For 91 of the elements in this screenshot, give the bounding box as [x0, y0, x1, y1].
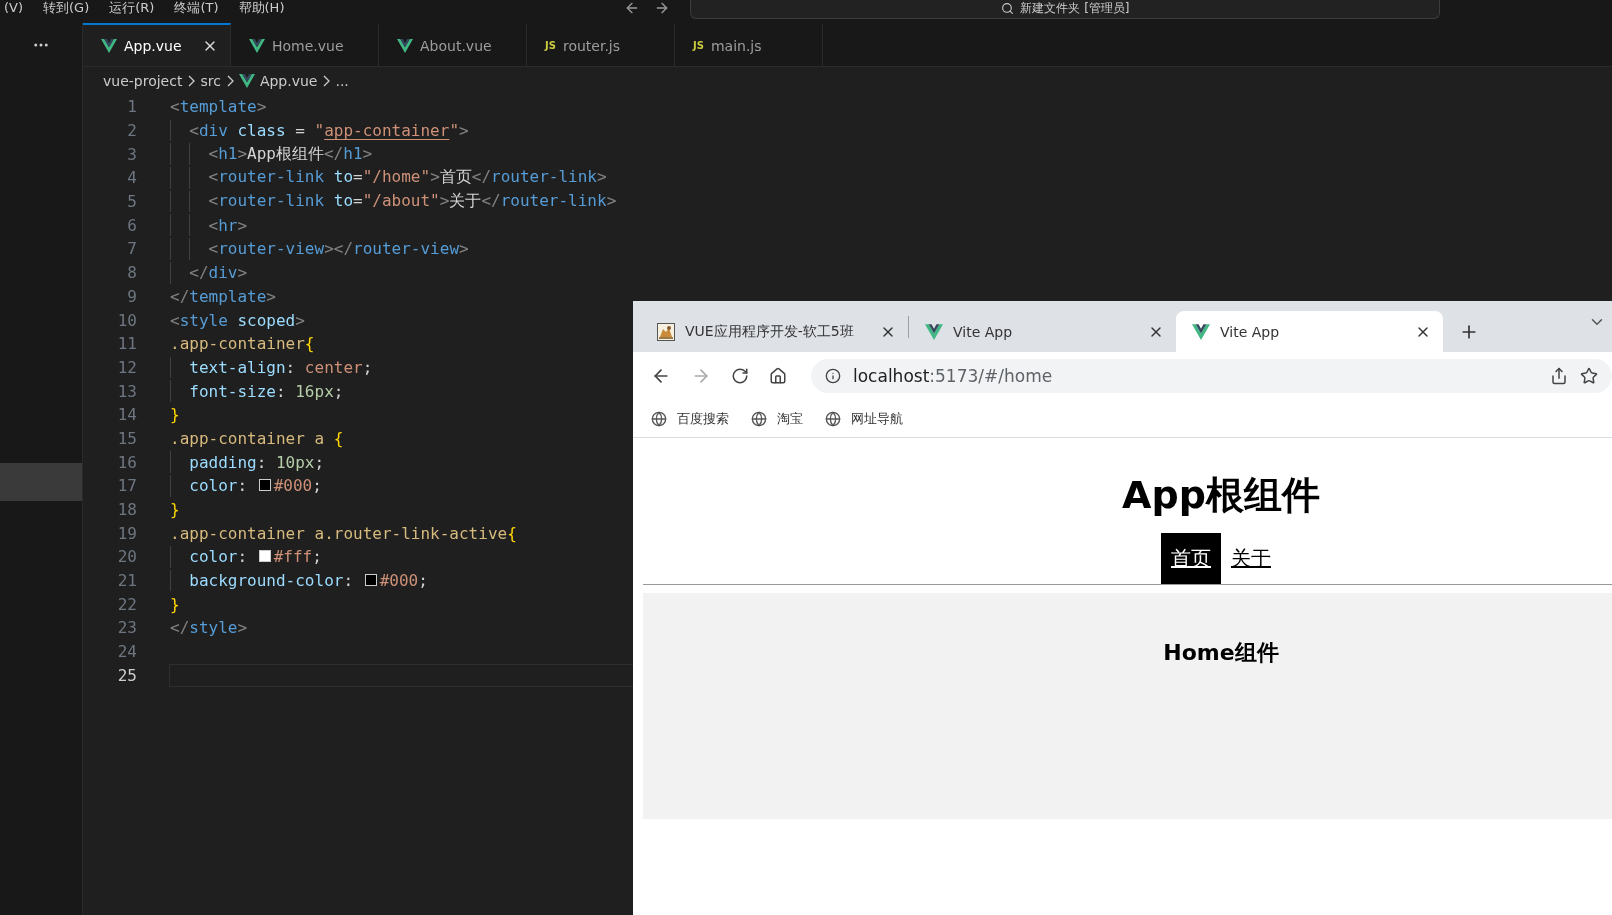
search-icon	[1001, 1, 1015, 15]
command-center-text: 新建文件夹 [管理员]	[1020, 0, 1130, 17]
chevron-icon	[225, 75, 234, 87]
code-text: padding: 10px;	[188, 452, 325, 472]
code-text: <h1>App根组件</h1>	[207, 143, 373, 165]
line-number: 8	[126, 263, 137, 283]
star-icon[interactable]	[1580, 367, 1598, 385]
menu-item[interactable]: 帮助(H)	[238, 0, 285, 15]
line-number: 12	[116, 357, 137, 377]
code-text: <template>	[170, 97, 267, 117]
breadcrumb-item[interactable]: vue-project	[103, 73, 183, 89]
globe-icon	[825, 410, 841, 427]
code-text: <style scoped>	[170, 310, 305, 330]
line-number: 16	[116, 452, 137, 472]
line-number: 3	[126, 144, 137, 164]
menu-item[interactable]: 转到(G)	[43, 0, 90, 15]
globe-icon	[651, 410, 667, 427]
code-text: <hr>	[207, 215, 248, 235]
js-label: JS	[545, 40, 556, 51]
v-logo-icon	[1192, 323, 1210, 340]
page-heading: App根组件	[1122, 472, 1320, 519]
code-text: font-size: 16px;	[188, 381, 344, 401]
share-icon[interactable]	[1550, 367, 1568, 385]
nav-link[interactable]: 首页	[1161, 533, 1221, 584]
line-number: 17	[116, 476, 137, 496]
code-text: color: #000;	[188, 476, 322, 496]
breadcrumb-item[interactable]: src	[200, 73, 221, 89]
code-text: }	[170, 500, 180, 520]
nav-link[interactable]: 关于	[1221, 533, 1281, 584]
js-label: JS	[693, 40, 704, 51]
menu-item[interactable]: (V)	[4, 0, 24, 15]
code-text: text-align: center;	[188, 357, 373, 377]
browser-tab[interactable]: VUE应用程序开发-软工5班	[641, 311, 908, 352]
line-number: 21	[116, 571, 137, 591]
vue-logo-icon	[397, 38, 413, 53]
code-text: .app-container a {	[170, 428, 344, 448]
line-number: 4	[126, 168, 137, 188]
v-logo-icon	[925, 323, 943, 340]
breadcrumb-item[interactable]: App.vue	[259, 73, 318, 89]
code-text: <router-link to="/home">首页</router-link>	[207, 167, 607, 189]
code-text: color: #fff;	[188, 547, 322, 567]
code-text: <router-link to="/about">关于</router-link>	[207, 191, 617, 213]
address-bar[interactable]: localhost:5173/#/home	[811, 359, 1612, 393]
chevron-icon	[187, 75, 196, 87]
line-number: 14	[116, 405, 137, 425]
menu-item[interactable]: 终端(T)	[174, 0, 219, 15]
code-text: .app-container{	[170, 334, 315, 354]
menu-item[interactable]: 运行(R)	[109, 0, 155, 15]
vue-logo-icon	[249, 38, 265, 53]
line-number: 6	[126, 215, 137, 235]
home-icon[interactable]	[769, 367, 787, 385]
line-number: 9	[126, 286, 137, 306]
code-text: }	[170, 594, 180, 614]
line-number: 19	[116, 523, 137, 543]
line-number: 5	[126, 192, 137, 212]
info-icon[interactable]	[825, 368, 841, 384]
globe-icon	[751, 410, 767, 427]
line-number: 24	[116, 642, 137, 662]
code-text: <router-view></router-view>	[207, 239, 469, 259]
browser-tab[interactable]: Vite App	[909, 311, 1176, 352]
code-text: .app-container a.router-link-active{	[170, 523, 517, 543]
code-text: </template>	[170, 286, 276, 306]
editor-tab[interactable]: App.vue	[83, 23, 231, 66]
line-number: 1	[126, 97, 137, 117]
code-text: </div>	[188, 263, 248, 283]
line-number: 25	[116, 665, 137, 685]
vue-logo-icon	[101, 38, 117, 53]
line-number: 22	[116, 594, 137, 614]
line-number: 13	[116, 381, 137, 401]
code-text: }	[170, 405, 180, 425]
line-number: 18	[116, 500, 137, 520]
code-text: <div class = "app-container">	[188, 121, 469, 141]
bookmark[interactable]: 淘宝	[751, 409, 803, 428]
line-number: 23	[116, 618, 137, 638]
line-number: 20	[116, 547, 137, 567]
line-number: 7	[126, 239, 137, 259]
line-number: 15	[116, 428, 137, 448]
line-number: 10	[116, 310, 137, 330]
reload-icon[interactable]	[731, 367, 749, 385]
chevron-icon	[322, 75, 331, 87]
browser-tab[interactable]: Vite App	[1176, 311, 1443, 352]
view-heading: Home组件	[1163, 639, 1279, 667]
code-text: background-color: #000;	[188, 571, 428, 591]
code-text: </style>	[170, 618, 248, 638]
bookmark[interactable]: 网址导航	[825, 409, 903, 428]
line-number: 2	[126, 121, 137, 141]
bookmark[interactable]: 百度搜索	[651, 409, 729, 428]
line-number: 11	[116, 334, 137, 354]
vue-logo-icon	[238, 74, 255, 88]
breadcrumb-item[interactable]: ...	[335, 73, 349, 89]
command-center[interactable]: 新建文件夹 [管理员]	[690, 0, 1441, 19]
